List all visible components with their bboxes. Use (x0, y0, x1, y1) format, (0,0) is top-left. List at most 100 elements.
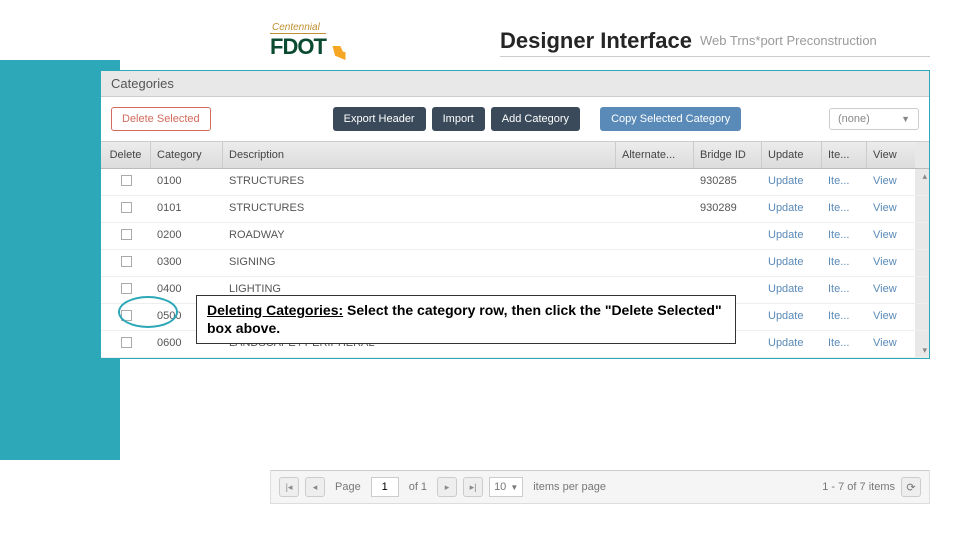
panel-toolbar: Delete Selected Export Header Import Add… (101, 97, 929, 141)
pager: |◂ ◂ Page of 1 ▸ ▸| 10 ▼ items per page … (270, 470, 930, 504)
row-view-link[interactable]: View (867, 331, 915, 357)
col-update[interactable]: Update (762, 142, 822, 168)
row-alternate (616, 196, 694, 222)
row-checkbox-cell[interactable] (101, 304, 151, 330)
import-button[interactable]: Import (432, 107, 485, 131)
row-checkbox-cell[interactable] (101, 250, 151, 276)
pager-page-input[interactable] (371, 477, 399, 497)
col-alternate[interactable]: Alternate... (616, 142, 694, 168)
dropdown-value: (none) (838, 113, 870, 125)
row-alternate (616, 169, 694, 195)
pager-last-button[interactable]: ▸| (463, 477, 483, 497)
callout-box: Deleting Categories: Select the category… (196, 295, 736, 344)
logo-top-text: Centennial (270, 22, 326, 34)
row-update-link[interactable]: Update (762, 304, 822, 330)
delete-selected-button[interactable]: Delete Selected (111, 107, 211, 131)
checkbox-icon[interactable] (121, 175, 132, 186)
panel-heading: Categories (101, 71, 929, 97)
add-category-button[interactable]: Add Category (491, 107, 580, 131)
table-row[interactable]: 0100 STRUCTURES 930285 Update Ite... Vie… (101, 169, 929, 196)
row-item-link[interactable]: Ite... (822, 169, 867, 195)
col-bridge-id[interactable]: Bridge ID (694, 142, 762, 168)
row-update-link[interactable]: Update (762, 196, 822, 222)
pager-per-page-label: items per page (529, 481, 610, 493)
row-description: STRUCTURES (223, 169, 616, 195)
row-update-link[interactable]: Update (762, 223, 822, 249)
row-item-link[interactable]: Ite... (822, 304, 867, 330)
scroll-gutter (915, 304, 929, 330)
row-bridge-id (694, 223, 762, 249)
row-view-link[interactable]: View (867, 304, 915, 330)
pager-of-label: of 1 (405, 481, 431, 493)
row-update-link[interactable]: Update (762, 169, 822, 195)
checkbox-icon[interactable] (121, 202, 132, 213)
row-item-link[interactable]: Ite... (822, 331, 867, 357)
checkbox-icon[interactable] (121, 283, 132, 294)
chevron-down-icon: ▼ (901, 114, 910, 124)
grid-header: Delete Category Description Alternate...… (101, 141, 929, 169)
col-view[interactable]: View (867, 142, 915, 168)
scroll-gutter (915, 277, 929, 303)
row-item-link[interactable]: Ite... (822, 277, 867, 303)
logo: Centennial FDOT (270, 22, 356, 60)
row-checkbox-cell[interactable] (101, 331, 151, 357)
col-description[interactable]: Description (223, 142, 616, 168)
row-view-link[interactable]: View (867, 169, 915, 195)
col-delete[interactable]: Delete (101, 142, 151, 168)
scroll-gutter (915, 196, 929, 222)
row-update-link[interactable]: Update (762, 250, 822, 276)
category-dropdown[interactable]: (none) ▼ (829, 108, 919, 130)
chevron-down-icon: ▼ (510, 483, 518, 492)
table-row[interactable]: 0101 STRUCTURES 930289 Update Ite... Vie… (101, 196, 929, 223)
row-update-link[interactable]: Update (762, 277, 822, 303)
checkbox-icon[interactable] (121, 337, 132, 348)
checkbox-icon[interactable] (121, 229, 132, 240)
scroll-gutter (915, 250, 929, 276)
copy-selected-category-button[interactable]: Copy Selected Category (600, 107, 741, 131)
row-view-link[interactable]: View (867, 196, 915, 222)
row-checkbox-cell[interactable] (101, 169, 151, 195)
row-view-link[interactable]: View (867, 250, 915, 276)
pager-next-button[interactable]: ▸ (437, 477, 457, 497)
header-divider (500, 56, 930, 57)
row-description: STRUCTURES (223, 196, 616, 222)
scroll-down-icon[interactable]: ▾ (922, 345, 927, 356)
pager-summary: 1 - 7 of 7 items (822, 481, 895, 493)
pager-per-page-value: 10 (494, 481, 506, 493)
scroll-gutter (915, 223, 929, 249)
table-row[interactable]: 0300 SIGNING Update Ite... View (101, 250, 929, 277)
florida-icon (330, 46, 356, 60)
export-header-button[interactable]: Export Header (333, 107, 426, 131)
row-category: 0200 (151, 223, 223, 249)
col-scroll-gutter (915, 142, 929, 168)
row-bridge-id (694, 250, 762, 276)
row-bridge-id: 930285 (694, 169, 762, 195)
col-category[interactable]: Category (151, 142, 223, 168)
pager-page-label: Page (331, 481, 365, 493)
row-checkbox-cell[interactable] (101, 223, 151, 249)
row-alternate (616, 223, 694, 249)
callout-heading: Deleting Categories: (207, 302, 343, 318)
checkbox-icon[interactable] (121, 310, 132, 321)
logo-main-text: FDOT (270, 34, 326, 60)
checkbox-icon[interactable] (121, 256, 132, 267)
row-description: SIGNING (223, 250, 616, 276)
table-row[interactable]: 0200 ROADWAY Update Ite... View (101, 223, 929, 250)
row-view-link[interactable]: View (867, 223, 915, 249)
row-item-link[interactable]: Ite... (822, 250, 867, 276)
row-item-link[interactable]: Ite... (822, 196, 867, 222)
row-alternate (616, 250, 694, 276)
pager-first-button[interactable]: |◂ (279, 477, 299, 497)
row-category: 0100 (151, 169, 223, 195)
row-checkbox-cell[interactable] (101, 196, 151, 222)
scroll-up-icon[interactable]: ▴ (922, 171, 927, 182)
row-update-link[interactable]: Update (762, 331, 822, 357)
col-item[interactable]: Ite... (822, 142, 867, 168)
row-item-link[interactable]: Ite... (822, 223, 867, 249)
row-checkbox-cell[interactable] (101, 277, 151, 303)
pager-items-per-page-select[interactable]: 10 ▼ (489, 477, 523, 497)
pager-refresh-button[interactable]: ⟳ (901, 477, 921, 497)
row-view-link[interactable]: View (867, 277, 915, 303)
page-subtitle: Web Trns*port Preconstruction (700, 33, 877, 48)
pager-prev-button[interactable]: ◂ (305, 477, 325, 497)
